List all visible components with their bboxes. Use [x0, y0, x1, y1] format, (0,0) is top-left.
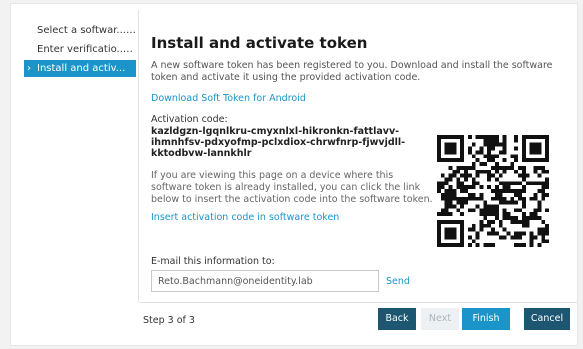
cancel-button[interactable]: Cancel	[524, 308, 570, 330]
next-button: Next	[421, 308, 459, 330]
step-label: Install and activ...	[37, 63, 126, 74]
step-label: Enter verificatio...	[37, 44, 127, 55]
insert-code-link[interactable]: Insert activation code in software token	[151, 212, 339, 223]
qr-code	[437, 135, 549, 247]
activation-label: Activation code:	[151, 114, 228, 125]
back-button[interactable]: Back	[378, 308, 416, 330]
intro-text: A new software token has been registered…	[151, 60, 553, 83]
finish-button[interactable]: Finish	[462, 308, 510, 330]
footer-divider	[139, 302, 577, 303]
download-link[interactable]: Download Soft Token for Android	[151, 93, 306, 104]
send-link[interactable]: Send	[386, 276, 410, 287]
email-label: E-mail this information to:	[151, 256, 275, 267]
step-select-software[interactable]: Select a softwar... ✓	[24, 22, 136, 39]
chevron-right-icon: ›	[27, 63, 31, 74]
step-count: Step 3 of 3	[143, 315, 195, 326]
page-title: Install and activate token	[151, 34, 368, 52]
wizard-steps: Select a softwar... ✓ Enter verificatio.…	[24, 22, 136, 79]
email-input[interactable]	[151, 270, 379, 292]
device-info-text: If you are viewing this page on a device…	[151, 170, 433, 205]
activation-code: kazldgzn-lgqnlkru-cmyxnlxl-hikronkn-fatt…	[151, 126, 406, 159]
step-enter-verification[interactable]: Enter verificatio... ✓	[24, 41, 136, 58]
step-install-activate[interactable]: › Install and activ...	[24, 60, 136, 77]
divider	[138, 10, 139, 302]
step-label: Select a softwar...	[37, 25, 126, 36]
